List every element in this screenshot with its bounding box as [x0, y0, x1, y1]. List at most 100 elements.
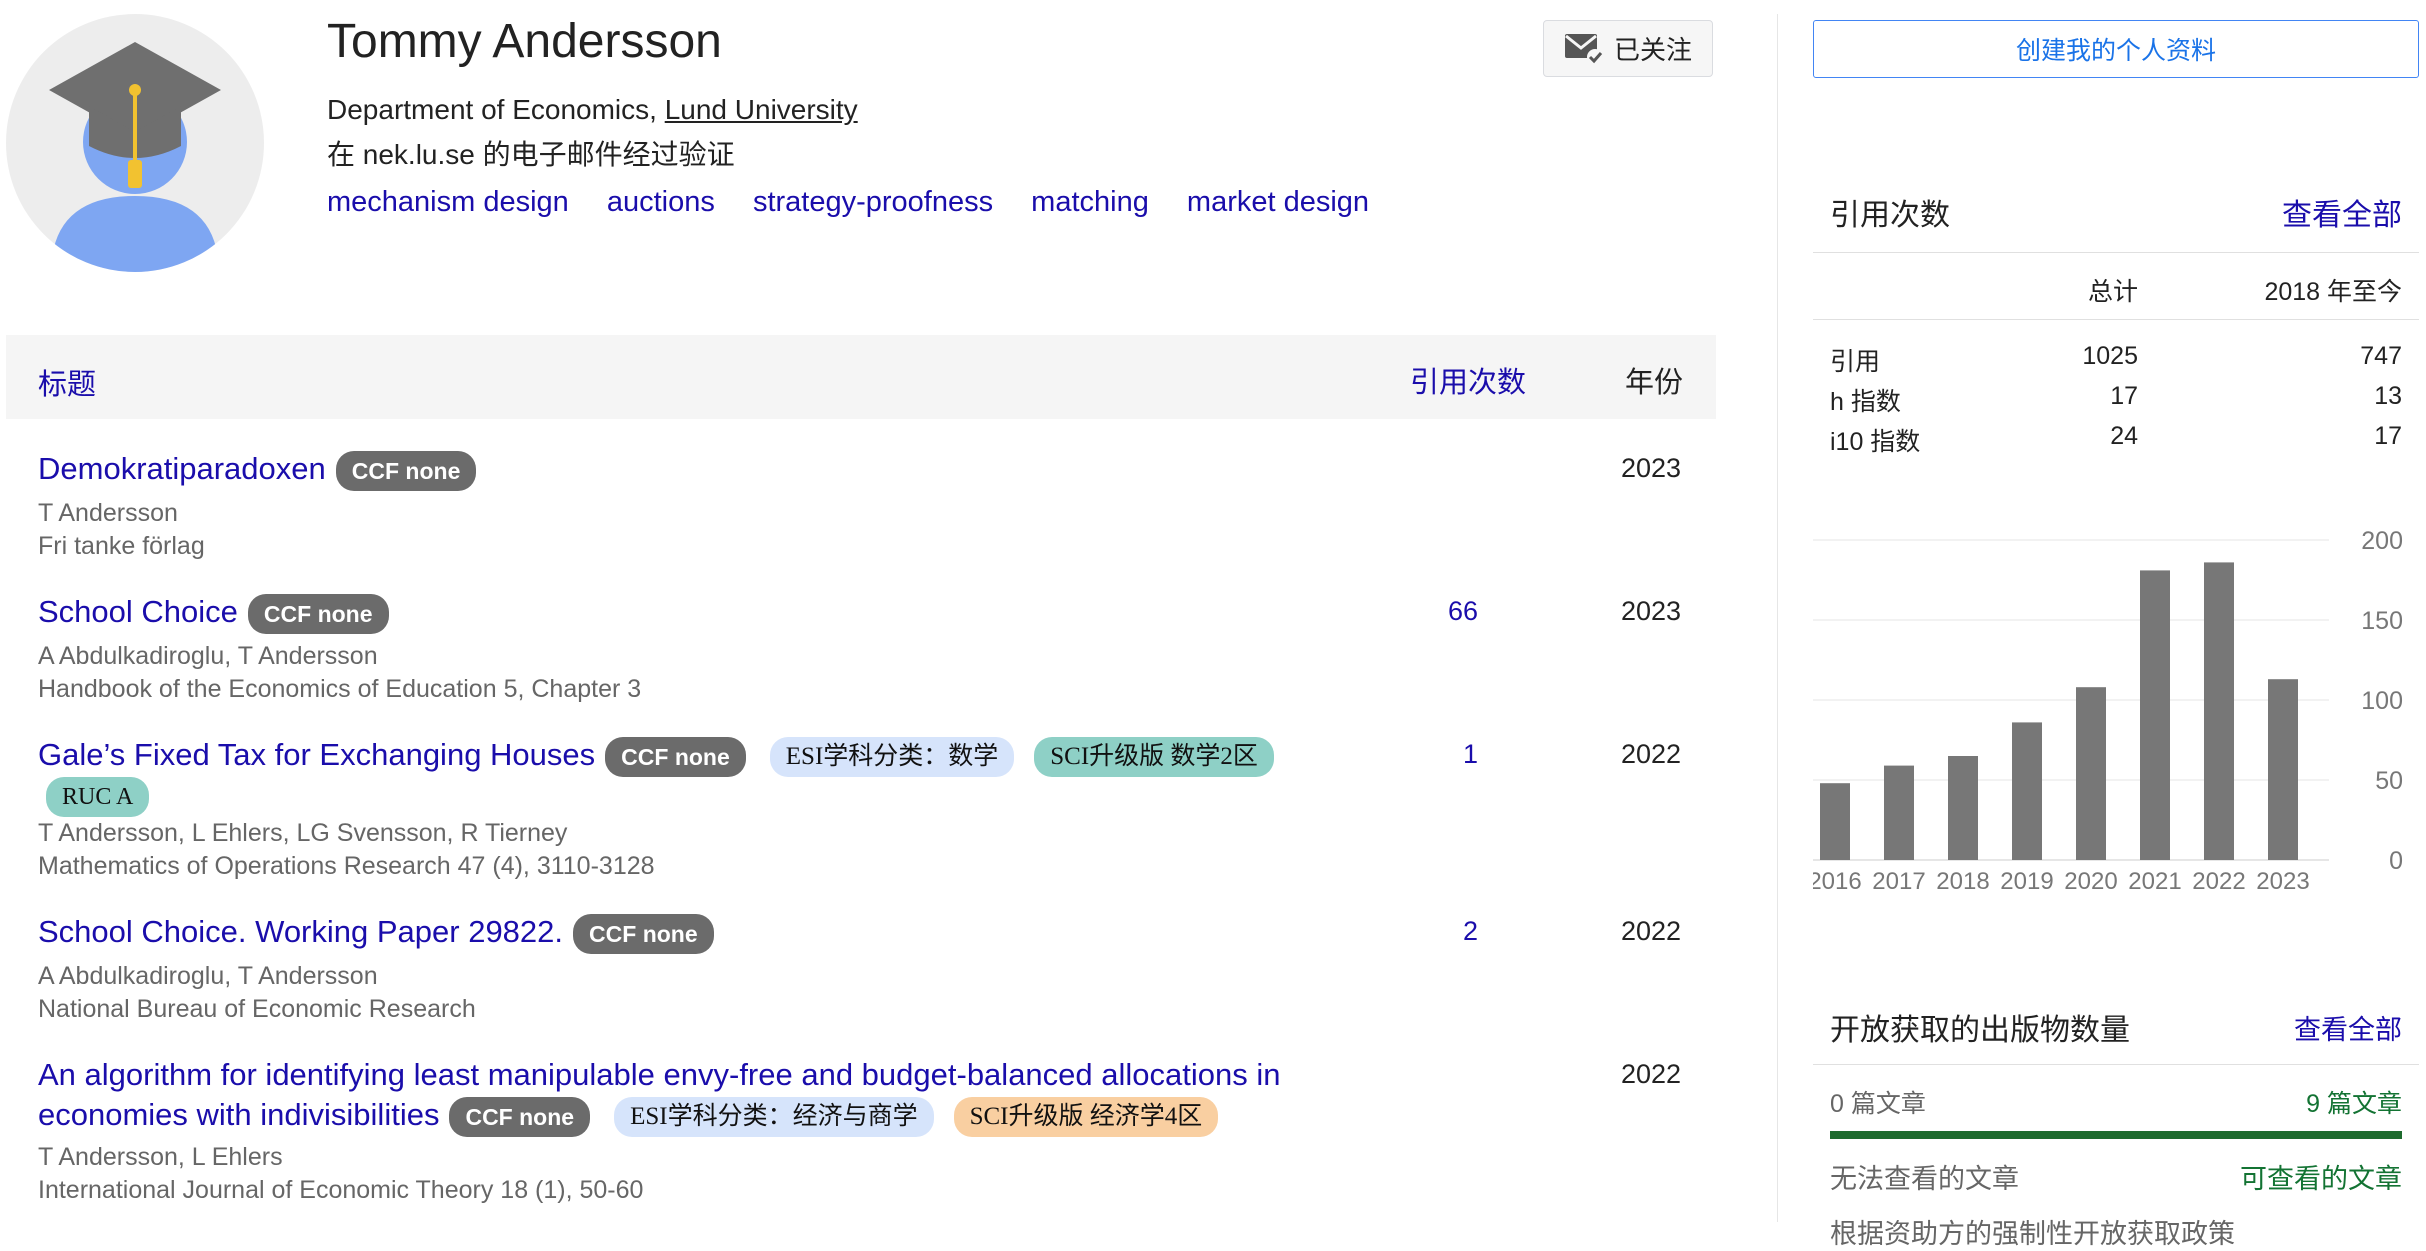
- esi-badge: ESI学科分类：数学: [769, 736, 1015, 777]
- ccf-badge: CCF none: [335, 450, 477, 491]
- open-access-heading: 开放获取的出版物数量: [1830, 1014, 2130, 1047]
- publication-year: 2022: [1621, 916, 1682, 946]
- publication-authors: T Andersson, L Ehlers, LG Svensson, R Ti…: [38, 818, 568, 847]
- citations-col-total: 总计: [2087, 278, 2138, 306]
- table-row: An algorithm for identifying least manip…: [38, 1055, 1682, 1207]
- publication-venue: Handbook of the Economics of Education 5…: [38, 674, 642, 703]
- sort-by-title[interactable]: 标题: [38, 361, 96, 403]
- citations-row-total: 1025: [2082, 342, 2138, 370]
- publication-authors: A Abdulkadiroglu, T Andersson: [38, 641, 378, 670]
- chart-bar[interactable]: [1884, 765, 1914, 860]
- chart-y-tick-label: 0: [2389, 847, 2403, 875]
- open-access-divider: [1813, 1064, 2419, 1065]
- ccf-badge: CCF none: [449, 1096, 591, 1137]
- citations-heading: 引用次数: [1830, 199, 1950, 232]
- table-row: School Choice. Working Paper 29822. CCF n…: [38, 912, 1682, 1026]
- chart-x-tick-label: 2018: [1936, 868, 1989, 895]
- chart-y-tick-label: 100: [2361, 687, 2403, 715]
- interest-link[interactable]: mechanism design: [327, 186, 569, 218]
- research-interests: mechanism design auctions strategy-proof…: [327, 186, 1399, 219]
- interest-link[interactable]: market design: [1187, 186, 1369, 218]
- chart-bar[interactable]: [2268, 679, 2298, 860]
- publication-venue: National Bureau of Economic Research: [38, 994, 476, 1023]
- publication-title-link[interactable]: Demokratiparadoxen: [38, 451, 326, 486]
- chart-x-tick-label: 2021: [2128, 868, 2181, 895]
- chart-bar[interactable]: [2076, 687, 2106, 860]
- ccf-badge: CCF none: [605, 736, 746, 777]
- interest-link[interactable]: matching: [1031, 186, 1149, 218]
- publication-year: 2023: [1621, 453, 1682, 483]
- citations-row-since: 747: [2360, 342, 2402, 370]
- chart-bar[interactable]: [2012, 722, 2042, 860]
- table-row: Gale’s Fixed Tax for Exchanging Houses CC…: [38, 735, 1682, 883]
- graduate-avatar-icon: [49, 42, 221, 272]
- citations-col-since: 2018 年至今: [2264, 278, 2402, 306]
- citations-bar-chart: 200 150 100 50 0 2016 2017 2018 2019 2020 2021 2022…: [1813, 527, 2403, 895]
- chart-bar[interactable]: [1948, 756, 1978, 860]
- follow-button[interactable]: 已关注: [1543, 20, 1713, 77]
- sci-badge: SCI升级版 经济学4区: [953, 1096, 1219, 1137]
- avatar: [6, 14, 264, 272]
- citations-row-label: h 指数: [1830, 388, 1901, 416]
- affiliation-university-link[interactable]: Lund University: [665, 94, 858, 125]
- publication-cites-link[interactable]: 1: [1463, 739, 1478, 770]
- chart-bar[interactable]: [2204, 562, 2234, 860]
- publication-authors: T Andersson: [38, 498, 178, 527]
- chart-y-tick-label: 200: [2361, 527, 2403, 555]
- chart-x-tick-label: 2022: [2192, 868, 2245, 895]
- publication-cites-link[interactable]: 66: [1448, 596, 1478, 627]
- ccf-badge: CCF none: [573, 913, 714, 954]
- publication-title-link-continued[interactable]: economies with indivisibilities: [38, 1097, 439, 1132]
- oa-progress-bar: [1830, 1131, 2402, 1139]
- oa-available-link[interactable]: 可查看的文章: [2240, 1157, 2402, 1196]
- publication-title-link[interactable]: An algorithm for identifying least manip…: [38, 1057, 1280, 1092]
- sci-badge: SCI升级版 数学2区: [1034, 736, 1274, 777]
- open-access-view-all-link[interactable]: 查看全部: [2294, 1008, 2402, 1047]
- chart-y-tick-label: 50: [2375, 767, 2403, 795]
- oa-available-count: 9 篇文章: [2306, 1090, 2402, 1118]
- citations-row-total: 24: [2110, 422, 2138, 450]
- oa-mandate-note: 根据资助方的强制性开放获取政策: [1830, 1219, 2235, 1249]
- chart-bar[interactable]: [2140, 570, 2170, 860]
- table-header: 标题 引用次数 年份: [6, 335, 1716, 419]
- sort-by-citations[interactable]: 引用次数: [1410, 359, 1526, 401]
- publication-venue: International Journal of Economic Theory…: [38, 1175, 644, 1204]
- chart-x-tick-label: 2019: [2000, 868, 2053, 895]
- citations-divider: [1813, 252, 2419, 253]
- chart-x-tick-label: 2020: [2064, 868, 2117, 895]
- affiliation: Department of Economics, Lund University: [327, 94, 858, 126]
- publication-title-link[interactable]: School Choice: [38, 594, 238, 629]
- interest-link[interactable]: strategy-proofness: [753, 186, 993, 218]
- citations-row-label: 引用: [1830, 348, 1881, 376]
- citations-row-label: i10 指数: [1830, 428, 1921, 456]
- chart-bar[interactable]: [1820, 783, 1850, 860]
- follow-label: 已关注: [1613, 35, 1692, 65]
- citations-divider: [1813, 319, 2419, 320]
- create-profile-button[interactable]: 创建我的个人资料: [1813, 20, 2419, 78]
- interest-link[interactable]: auctions: [607, 186, 715, 218]
- publication-venue: Mathematics of Operations Research 47 (4…: [38, 851, 655, 880]
- publication-year: 2022: [1621, 1059, 1682, 1089]
- chart-y-tick-label: 150: [2361, 607, 2403, 635]
- oa-unavailable-link[interactable]: 无法查看的文章: [1830, 1157, 2019, 1196]
- column-divider: [1777, 14, 1778, 1222]
- citations-row-total: 17: [2110, 382, 2138, 410]
- sort-by-year[interactable]: 年份: [1625, 359, 1683, 401]
- publication-authors: T Andersson, L Ehlers: [38, 1142, 283, 1171]
- publication-year: 2022: [1621, 739, 1682, 769]
- chart-x-tick-label: 2023: [2256, 868, 2309, 895]
- mail-check-icon: [1564, 33, 1603, 65]
- publication-title-link[interactable]: School Choice. Working Paper 29822.: [38, 914, 563, 949]
- verified-email: 在 nek.lu.se 的电子邮件经过验证: [327, 139, 735, 170]
- publication-venue: Fri tanke förlag: [38, 531, 205, 560]
- oa-unavailable-count: 0 篇文章: [1830, 1090, 1926, 1118]
- citations-row-since: 13: [2374, 382, 2402, 410]
- table-row: School Choice CCF none A Abdulkadiroglu, …: [38, 592, 1681, 706]
- publication-cites-link[interactable]: 2: [1463, 916, 1478, 947]
- publication-authors: A Abdulkadiroglu, T Andersson: [38, 961, 378, 990]
- citations-view-all-link[interactable]: 查看全部: [2282, 190, 2402, 234]
- citations-row-since: 17: [2374, 422, 2402, 450]
- publication-title-link[interactable]: Gale’s Fixed Tax for Exchanging Houses: [38, 737, 595, 772]
- ruc-badge: RUC A: [46, 776, 150, 817]
- table-row: Demokratiparadoxen CCF none T Andersson F…: [38, 449, 1682, 563]
